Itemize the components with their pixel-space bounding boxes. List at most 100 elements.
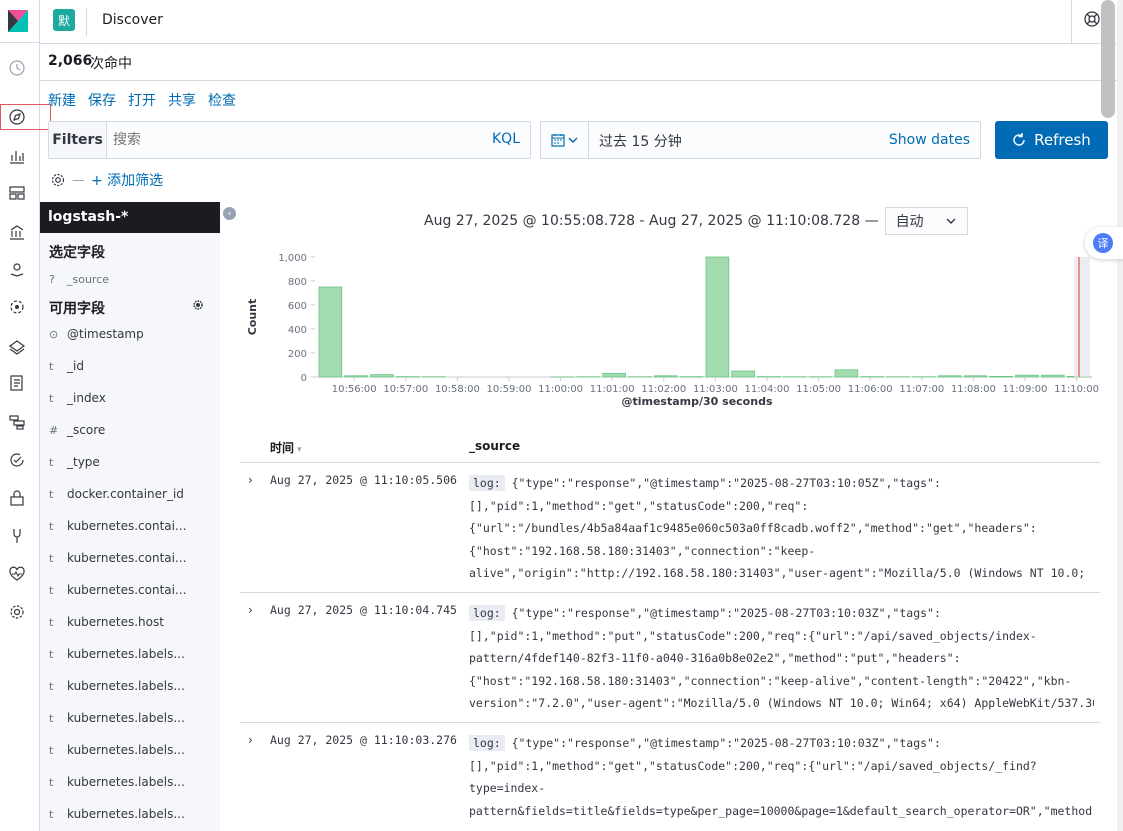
x-tick-label: 10:57:00 (383, 384, 428, 395)
y-tick-label: 600 (288, 301, 307, 312)
save-link[interactable]: 保存 (88, 90, 116, 110)
time-column-header[interactable]: 时间 ▾ (270, 439, 302, 456)
field-name: _id (67, 359, 84, 373)
field-item[interactable]: t kubernetes.contai... (49, 548, 186, 568)
field-item[interactable]: t kubernetes.labels... (49, 644, 185, 664)
field-item[interactable]: # _score (49, 420, 105, 440)
chart-time-range: Aug 27, 2025 @ 10:55:08.728 - Aug 27, 20… (424, 213, 879, 229)
quick-select-button[interactable] (541, 122, 589, 158)
field-item[interactable]: t kubernetes.labels... (49, 708, 185, 728)
kibana-logo[interactable] (0, 0, 40, 43)
x-tick-label: 10:58:00 (435, 384, 480, 395)
filter-dash: — (72, 172, 85, 188)
selected-fields-title: 选定字段 (49, 245, 105, 261)
new-link[interactable]: 新建 (48, 90, 76, 110)
scrollbar-thumb[interactable] (1101, 0, 1115, 118)
source-line: {"host":"192.168.58.180:31403","connecti… (469, 673, 1072, 688)
source-line: {"type":"response","@timestamp":"2025-08… (504, 606, 941, 620)
siem-lock-icon[interactable] (6, 487, 28, 509)
field-item[interactable]: ? _source (49, 269, 109, 289)
apm-icon[interactable] (6, 411, 28, 433)
field-item[interactable]: t kubernetes.labels... (49, 676, 185, 696)
refresh-button[interactable]: Refresh (995, 121, 1108, 159)
field-type-icon: t (49, 743, 54, 757)
field-type-icon: t (49, 679, 54, 693)
expand-row-chevron-icon[interactable]: › (248, 473, 253, 487)
search-input[interactable] (113, 128, 483, 152)
field-item[interactable]: t kubernetes.contai... (49, 516, 186, 536)
y-tick-label: 1,000 (278, 253, 307, 264)
infrastructure-icon[interactable] (6, 335, 28, 357)
filter-row: — + 添加筛选 (50, 170, 163, 190)
expand-row-chevron-icon[interactable]: › (248, 603, 253, 617)
source-line: [],"pid":1,"method":"put","statusCode":2… (469, 628, 1037, 643)
filters-button[interactable]: Filters (49, 122, 107, 158)
management-gear-icon[interactable] (6, 601, 28, 623)
row-timestamp: Aug 27, 2025 @ 11:10:04.745 (270, 603, 457, 617)
index-pattern-selector[interactable]: logstash-* (40, 202, 220, 233)
field-item[interactable]: t kubernetes.host (49, 612, 164, 632)
source-line: pattern/4fdef140-82f3-11f0-a040-316a0b8e… (469, 651, 961, 665)
field-type-icon: t (49, 519, 54, 533)
space-avatar[interactable]: 默 (53, 9, 75, 31)
field-name: kubernetes.labels... (67, 807, 185, 821)
field-item[interactable]: t kubernetes.labels... (49, 772, 185, 792)
field-item[interactable]: t docker.container_id (49, 484, 184, 504)
field-type-icon: t (49, 647, 54, 661)
source-field-key: log: (469, 605, 505, 621)
field-item[interactable]: t _type (49, 452, 100, 472)
field-name: kubernetes.labels... (67, 743, 185, 757)
logs-icon[interactable] (6, 372, 28, 394)
table-row: › Aug 27, 2025 @ 11:10:05.506 log: {"type"… (240, 463, 1100, 593)
help-lifebuoy-icon[interactable] (1083, 10, 1101, 28)
query-bar: Filters KQL (48, 121, 531, 159)
visualize-chart-icon[interactable] (6, 145, 28, 167)
uptime-icon[interactable] (6, 449, 28, 471)
filter-settings-gear-icon[interactable] (50, 172, 66, 188)
field-item[interactable]: t kubernetes.labels... (49, 740, 185, 760)
histogram-bar (963, 375, 988, 378)
page-scrollbar[interactable] (1117, 0, 1123, 831)
dev-tools-wrench-icon[interactable] (6, 525, 28, 547)
ml-icon[interactable] (6, 296, 28, 318)
histogram-bar (731, 370, 755, 378)
x-tick-label: 11:05:00 (796, 384, 841, 395)
open-link[interactable]: 打开 (128, 90, 156, 110)
field-type-icon: t (49, 615, 54, 629)
field-settings-gear-icon[interactable] (193, 299, 203, 313)
top-menu: 新建 保存 打开 共享 检查 (48, 90, 236, 110)
current-time-shade (1074, 257, 1090, 377)
row-timestamp: Aug 27, 2025 @ 11:10:03.276 (270, 733, 457, 747)
expand-row-chevron-icon[interactable]: › (248, 733, 253, 747)
add-filter-link[interactable]: + 添加筛选 (91, 170, 163, 190)
row-source: log: {"type":"response","@timestamp":"20… (469, 472, 1094, 585)
recent-clock-icon[interactable] (6, 57, 28, 79)
date-range-text[interactable]: 过去 15 分钟 (599, 131, 682, 151)
field-item[interactable]: t _id (49, 356, 84, 376)
interval-select[interactable]: 自动 (884, 207, 968, 235)
field-item[interactable]: t kubernetes.contai... (49, 580, 186, 600)
field-name: kubernetes.contai... (67, 583, 187, 597)
calendar-icon (551, 134, 565, 147)
kql-toggle[interactable]: KQL (492, 131, 520, 147)
left-nav (0, 0, 51, 831)
maps-icon[interactable] (6, 258, 28, 280)
collapse-sidebar-icon[interactable]: ‹ (223, 207, 236, 220)
x-tick-label: 11:00:00 (538, 384, 583, 395)
x-tick-label: 11:07:00 (899, 384, 944, 395)
field-name: kubernetes.labels... (67, 679, 185, 693)
dashboard-icon[interactable] (6, 182, 28, 204)
field-item[interactable]: t kubernetes.labels... (49, 804, 185, 824)
field-item[interactable]: t _index (49, 388, 106, 408)
show-dates-link[interactable]: Show dates (889, 132, 970, 148)
table-row: › Aug 27, 2025 @ 11:10:03.276 log: {"type"… (240, 723, 1100, 831)
monitoring-heartbeat-icon[interactable] (6, 563, 28, 585)
inspect-link[interactable]: 检查 (208, 90, 236, 110)
source-column-header: _source (469, 439, 521, 453)
translate-button[interactable]: 译 (1085, 227, 1123, 259)
canvas-icon[interactable] (6, 221, 28, 243)
field-item[interactable]: ⊙ @timestamp (49, 324, 144, 344)
share-link[interactable]: 共享 (168, 90, 196, 110)
y-tick-label: 800 (288, 277, 307, 288)
source-line: [],"pid":1,"method":"get","statusCode":2… (469, 498, 809, 513)
